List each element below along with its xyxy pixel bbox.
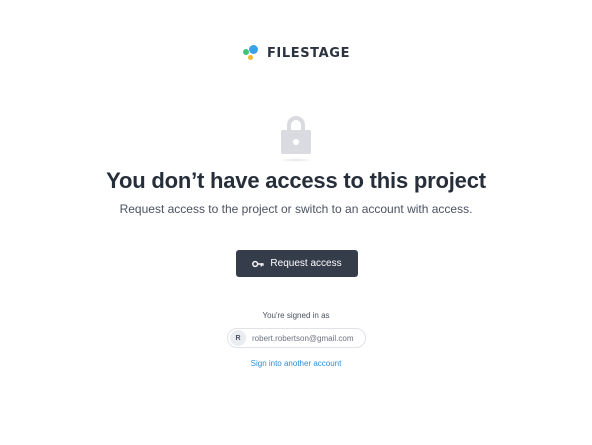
lock-icon — [281, 116, 311, 154]
request-access-button[interactable]: Request access — [236, 250, 358, 277]
page-title: You don’t have access to this project — [106, 168, 486, 193]
access-denied-page: FILESTAGE You don’t have access to this … — [0, 0, 592, 445]
filestage-logo: FILESTAGE — [0, 44, 592, 62]
logo-text: FILESTAGE — [266, 45, 351, 61]
key-icon — [252, 260, 265, 268]
page-subtitle: Request access to the project or switch … — [119, 202, 473, 216]
request-access-label: Request access — [270, 258, 342, 269]
sign-into-another-account-link[interactable]: Sign into another account — [0, 359, 592, 368]
signed-in-label: You're signed in as — [262, 311, 330, 320]
account-chip: R robert.robertson@gmail.com — [227, 328, 366, 348]
avatar: R — [230, 330, 246, 346]
filestage-logo-icon — [242, 44, 264, 62]
account-email: robert.robertson@gmail.com — [252, 333, 354, 343]
lock-illustration — [0, 114, 592, 162]
